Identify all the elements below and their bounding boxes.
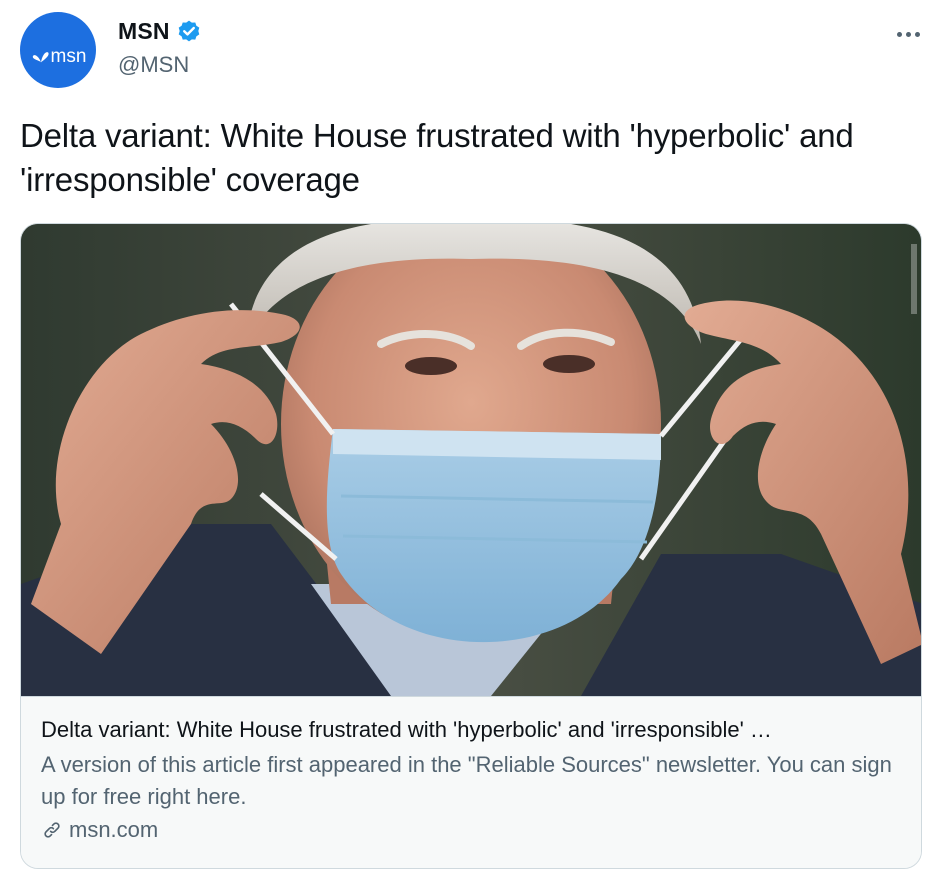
tweet-text: Delta variant: White House frustrated wi… (20, 117, 854, 198)
card-body[interactable]: Delta variant: White House frustrated wi… (21, 696, 921, 868)
card-domain: msn.com (41, 815, 901, 845)
author-name-row: MSN (118, 18, 202, 45)
more-dots-icon (896, 31, 902, 37)
avatar-text: msn (50, 46, 87, 67)
butterfly-icon (32, 52, 49, 63)
avatar[interactable]: msn (20, 12, 96, 88)
photo-man-removing-face-mask (21, 224, 921, 696)
card-domain-text: msn.com (69, 817, 159, 842)
msn-logo: msn (32, 46, 87, 68)
display-name[interactable]: MSN (118, 18, 170, 45)
tweet: msn MSN @MSN Delta variant: White House … (0, 0, 950, 892)
more-options-button[interactable] (890, 22, 926, 46)
more-dot (905, 31, 911, 37)
user-handle[interactable]: @MSN (118, 52, 189, 78)
verified-badge-icon (178, 20, 200, 41)
card-title: Delta variant: White House frustrated wi… (41, 717, 772, 742)
link-card[interactable]: Delta variant: White House frustrated wi… (20, 223, 922, 869)
card-image[interactable] (21, 224, 921, 696)
card-description: A version of this article first appeared… (41, 752, 892, 809)
link-icon (44, 822, 60, 838)
more-dot (914, 31, 920, 37)
